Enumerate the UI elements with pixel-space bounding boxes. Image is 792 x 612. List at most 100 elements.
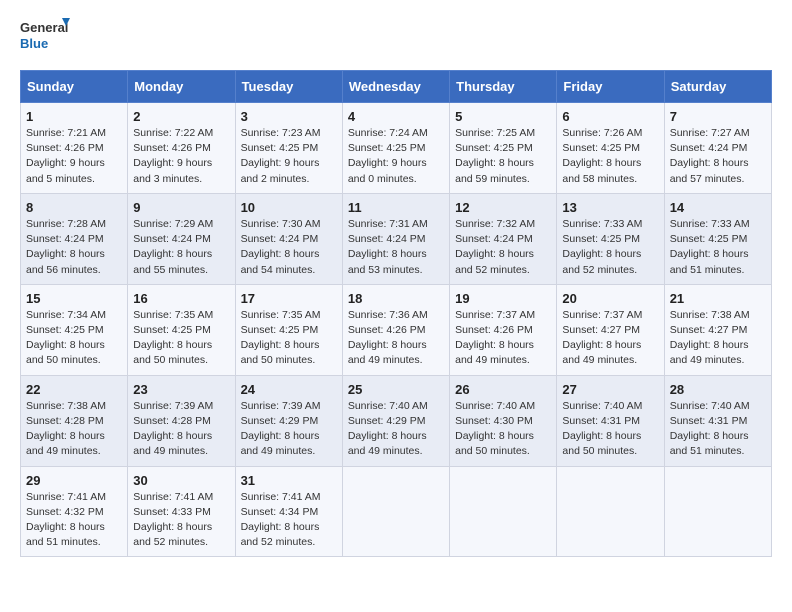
day-info: Sunrise: 7:40 AM Sunset: 4:29 PM Dayligh… [348, 399, 444, 460]
day-info: Sunrise: 7:25 AM Sunset: 4:25 PM Dayligh… [455, 126, 551, 187]
calendar-cell: 13 Sunrise: 7:33 AM Sunset: 4:25 PM Dayl… [557, 193, 664, 284]
day-number: 9 [133, 200, 229, 215]
day-info: Sunrise: 7:40 AM Sunset: 4:31 PM Dayligh… [670, 399, 766, 460]
calendar-cell: 19 Sunrise: 7:37 AM Sunset: 4:26 PM Dayl… [450, 284, 557, 375]
day-number: 23 [133, 382, 229, 397]
calendar-cell [664, 466, 771, 557]
calendar-cell: 2 Sunrise: 7:22 AM Sunset: 4:26 PM Dayli… [128, 103, 235, 194]
day-number: 21 [670, 291, 766, 306]
day-info: Sunrise: 7:39 AM Sunset: 4:28 PM Dayligh… [133, 399, 229, 460]
day-number: 7 [670, 109, 766, 124]
day-info: Sunrise: 7:35 AM Sunset: 4:25 PM Dayligh… [133, 308, 229, 369]
logo-icon: General Blue [20, 16, 70, 58]
day-header-sunday: Sunday [21, 71, 128, 103]
day-info: Sunrise: 7:33 AM Sunset: 4:25 PM Dayligh… [670, 217, 766, 278]
day-header-saturday: Saturday [664, 71, 771, 103]
calendar-week-row: 22 Sunrise: 7:38 AM Sunset: 4:28 PM Dayl… [21, 375, 772, 466]
day-header-friday: Friday [557, 71, 664, 103]
day-info: Sunrise: 7:40 AM Sunset: 4:30 PM Dayligh… [455, 399, 551, 460]
day-info: Sunrise: 7:28 AM Sunset: 4:24 PM Dayligh… [26, 217, 122, 278]
day-info: Sunrise: 7:29 AM Sunset: 4:24 PM Dayligh… [133, 217, 229, 278]
day-info: Sunrise: 7:36 AM Sunset: 4:26 PM Dayligh… [348, 308, 444, 369]
calendar-cell: 22 Sunrise: 7:38 AM Sunset: 4:28 PM Dayl… [21, 375, 128, 466]
day-info: Sunrise: 7:30 AM Sunset: 4:24 PM Dayligh… [241, 217, 337, 278]
day-info: Sunrise: 7:41 AM Sunset: 4:32 PM Dayligh… [26, 490, 122, 551]
day-number: 18 [348, 291, 444, 306]
calendar-cell: 3 Sunrise: 7:23 AM Sunset: 4:25 PM Dayli… [235, 103, 342, 194]
day-number: 6 [562, 109, 658, 124]
calendar-cell: 10 Sunrise: 7:30 AM Sunset: 4:24 PM Dayl… [235, 193, 342, 284]
page-header: General Blue [20, 16, 772, 58]
calendar-cell: 16 Sunrise: 7:35 AM Sunset: 4:25 PM Dayl… [128, 284, 235, 375]
day-info: Sunrise: 7:40 AM Sunset: 4:31 PM Dayligh… [562, 399, 658, 460]
calendar-cell: 25 Sunrise: 7:40 AM Sunset: 4:29 PM Dayl… [342, 375, 449, 466]
day-info: Sunrise: 7:37 AM Sunset: 4:26 PM Dayligh… [455, 308, 551, 369]
calendar-cell: 21 Sunrise: 7:38 AM Sunset: 4:27 PM Dayl… [664, 284, 771, 375]
day-info: Sunrise: 7:27 AM Sunset: 4:24 PM Dayligh… [670, 126, 766, 187]
calendar-cell: 30 Sunrise: 7:41 AM Sunset: 4:33 PM Dayl… [128, 466, 235, 557]
calendar-cell [557, 466, 664, 557]
calendar-cell: 20 Sunrise: 7:37 AM Sunset: 4:27 PM Dayl… [557, 284, 664, 375]
calendar-cell: 29 Sunrise: 7:41 AM Sunset: 4:32 PM Dayl… [21, 466, 128, 557]
calendar-cell: 5 Sunrise: 7:25 AM Sunset: 4:25 PM Dayli… [450, 103, 557, 194]
calendar-cell: 17 Sunrise: 7:35 AM Sunset: 4:25 PM Dayl… [235, 284, 342, 375]
svg-text:General: General [20, 20, 68, 35]
calendar-cell: 9 Sunrise: 7:29 AM Sunset: 4:24 PM Dayli… [128, 193, 235, 284]
day-info: Sunrise: 7:41 AM Sunset: 4:33 PM Dayligh… [133, 490, 229, 551]
calendar-week-row: 15 Sunrise: 7:34 AM Sunset: 4:25 PM Dayl… [21, 284, 772, 375]
day-info: Sunrise: 7:22 AM Sunset: 4:26 PM Dayligh… [133, 126, 229, 187]
calendar-week-row: 8 Sunrise: 7:28 AM Sunset: 4:24 PM Dayli… [21, 193, 772, 284]
day-info: Sunrise: 7:31 AM Sunset: 4:24 PM Dayligh… [348, 217, 444, 278]
day-info: Sunrise: 7:23 AM Sunset: 4:25 PM Dayligh… [241, 126, 337, 187]
logo: General Blue [20, 16, 70, 58]
calendar-cell: 8 Sunrise: 7:28 AM Sunset: 4:24 PM Dayli… [21, 193, 128, 284]
day-info: Sunrise: 7:41 AM Sunset: 4:34 PM Dayligh… [241, 490, 337, 551]
day-number: 29 [26, 473, 122, 488]
day-number: 22 [26, 382, 122, 397]
day-number: 11 [348, 200, 444, 215]
day-number: 26 [455, 382, 551, 397]
calendar-cell [342, 466, 449, 557]
svg-text:Blue: Blue [20, 36, 48, 51]
day-info: Sunrise: 7:37 AM Sunset: 4:27 PM Dayligh… [562, 308, 658, 369]
calendar-cell: 31 Sunrise: 7:41 AM Sunset: 4:34 PM Dayl… [235, 466, 342, 557]
calendar-cell: 11 Sunrise: 7:31 AM Sunset: 4:24 PM Dayl… [342, 193, 449, 284]
day-number: 27 [562, 382, 658, 397]
day-number: 5 [455, 109, 551, 124]
calendar-cell: 4 Sunrise: 7:24 AM Sunset: 4:25 PM Dayli… [342, 103, 449, 194]
day-info: Sunrise: 7:38 AM Sunset: 4:27 PM Dayligh… [670, 308, 766, 369]
day-number: 20 [562, 291, 658, 306]
day-number: 8 [26, 200, 122, 215]
day-number: 24 [241, 382, 337, 397]
day-info: Sunrise: 7:32 AM Sunset: 4:24 PM Dayligh… [455, 217, 551, 278]
day-number: 28 [670, 382, 766, 397]
calendar-cell: 12 Sunrise: 7:32 AM Sunset: 4:24 PM Dayl… [450, 193, 557, 284]
day-header-tuesday: Tuesday [235, 71, 342, 103]
day-number: 1 [26, 109, 122, 124]
day-header-wednesday: Wednesday [342, 71, 449, 103]
calendar-week-row: 1 Sunrise: 7:21 AM Sunset: 4:26 PM Dayli… [21, 103, 772, 194]
day-number: 13 [562, 200, 658, 215]
calendar-cell: 1 Sunrise: 7:21 AM Sunset: 4:26 PM Dayli… [21, 103, 128, 194]
day-number: 3 [241, 109, 337, 124]
day-number: 31 [241, 473, 337, 488]
day-number: 14 [670, 200, 766, 215]
calendar-cell [450, 466, 557, 557]
day-number: 10 [241, 200, 337, 215]
day-number: 19 [455, 291, 551, 306]
calendar-cell: 18 Sunrise: 7:36 AM Sunset: 4:26 PM Dayl… [342, 284, 449, 375]
calendar-cell: 24 Sunrise: 7:39 AM Sunset: 4:29 PM Dayl… [235, 375, 342, 466]
day-header-thursday: Thursday [450, 71, 557, 103]
day-number: 25 [348, 382, 444, 397]
day-number: 2 [133, 109, 229, 124]
day-number: 17 [241, 291, 337, 306]
day-info: Sunrise: 7:39 AM Sunset: 4:29 PM Dayligh… [241, 399, 337, 460]
calendar-cell: 15 Sunrise: 7:34 AM Sunset: 4:25 PM Dayl… [21, 284, 128, 375]
day-info: Sunrise: 7:35 AM Sunset: 4:25 PM Dayligh… [241, 308, 337, 369]
day-number: 16 [133, 291, 229, 306]
calendar-week-row: 29 Sunrise: 7:41 AM Sunset: 4:32 PM Dayl… [21, 466, 772, 557]
day-info: Sunrise: 7:38 AM Sunset: 4:28 PM Dayligh… [26, 399, 122, 460]
day-info: Sunrise: 7:34 AM Sunset: 4:25 PM Dayligh… [26, 308, 122, 369]
day-number: 12 [455, 200, 551, 215]
day-info: Sunrise: 7:24 AM Sunset: 4:25 PM Dayligh… [348, 126, 444, 187]
